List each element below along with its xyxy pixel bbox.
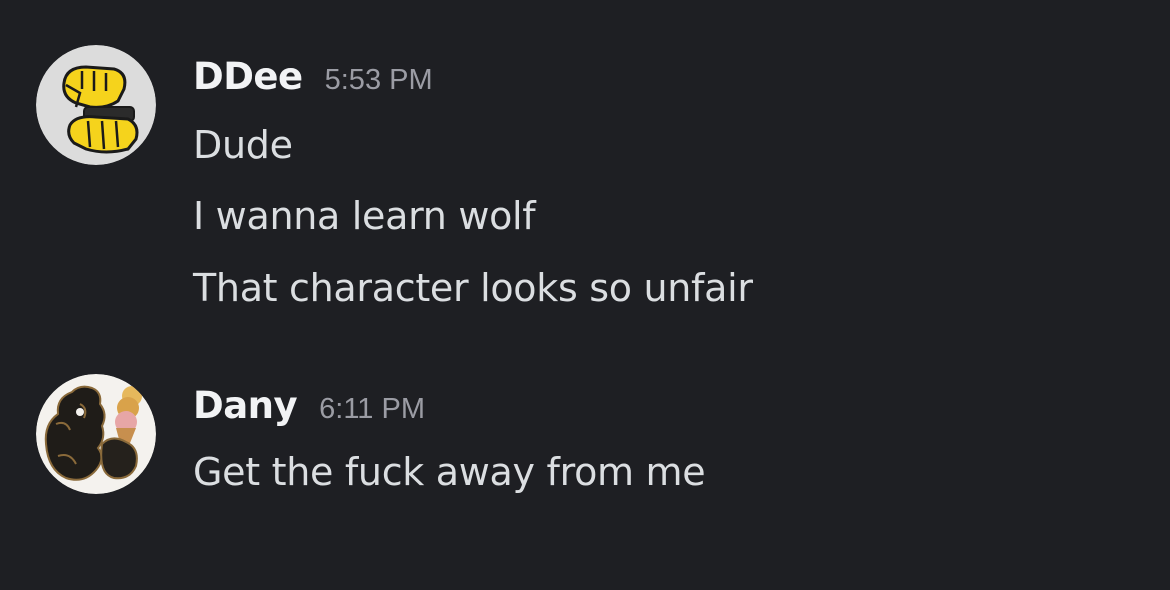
yellow-robot-fist-icon: [36, 45, 156, 165]
message-line: I wanna learn wolf: [193, 194, 536, 238]
message-header: DDee 5:53 PM: [193, 55, 433, 98]
username[interactable]: Dany: [193, 384, 298, 427]
avatar-ddee[interactable]: [36, 45, 156, 165]
message-header: Dany 6:11 PM: [193, 384, 425, 427]
message-line: Get the fuck away from me: [193, 450, 706, 494]
avatar-dany[interactable]: [36, 374, 156, 494]
message-line: Dude: [193, 123, 293, 167]
username[interactable]: DDee: [193, 55, 303, 98]
timestamp: 5:53 PM: [324, 64, 433, 96]
message-line: That character looks so unfair: [193, 266, 753, 310]
timestamp: 6:11 PM: [319, 393, 425, 425]
dark-character-with-ice-cream-icon: [36, 374, 156, 494]
